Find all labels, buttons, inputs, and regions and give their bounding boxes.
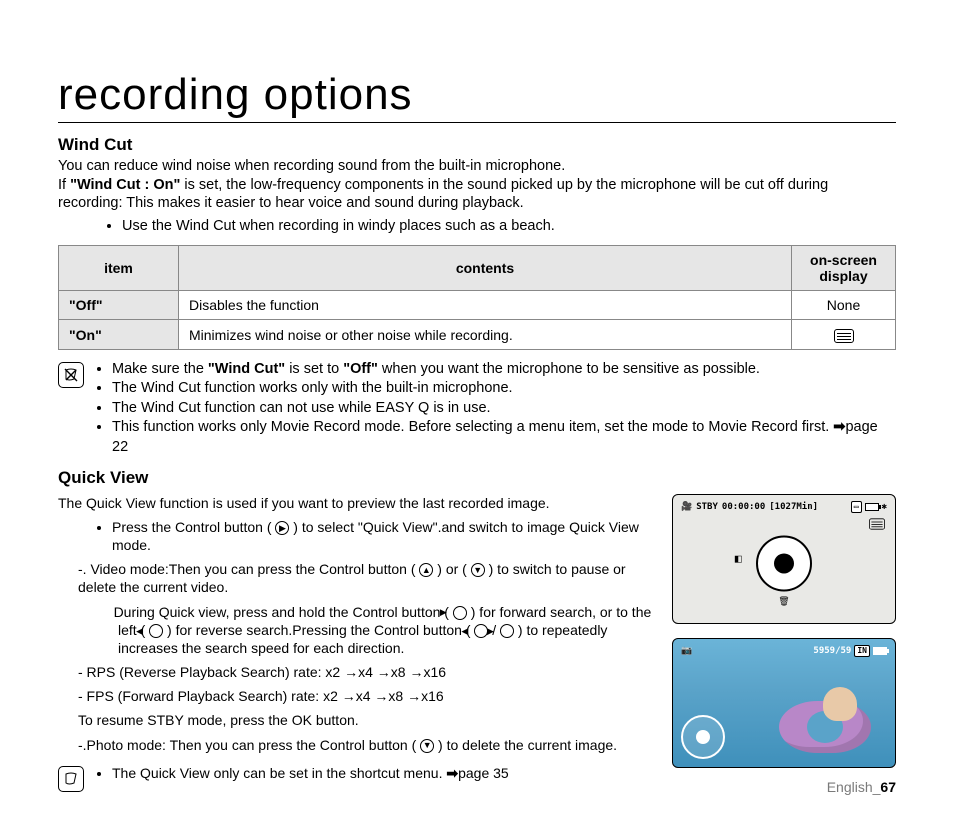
figure-stby-screen: 🎥 STBY 00:00:00 [1027Min] ▭ ✱ ◧ 🗑: [672, 494, 896, 624]
wind-cut-icon: [869, 518, 885, 529]
counter-label: 5959/59: [813, 646, 851, 656]
in-badge: IN: [854, 645, 870, 657]
cell-contents: Minimizes wind noise or other noise whil…: [179, 320, 792, 349]
remain-label: [1027Min]: [769, 502, 818, 512]
list-item: The Wind Cut function can not use while …: [112, 399, 896, 419]
wind-cut-icon: [834, 329, 854, 343]
control-dial: [756, 535, 812, 591]
text: is set to: [285, 361, 343, 377]
quick-view-heading: Quick View: [58, 468, 896, 488]
th-display: on-screen display: [792, 246, 896, 291]
text: ) or (: [433, 561, 470, 577]
qv-intro: The Quick View function is used if you w…: [58, 494, 654, 512]
text: If: [58, 177, 70, 193]
person: [823, 687, 857, 721]
camera-icon: 📷: [681, 646, 692, 656]
up-icon: ▲: [419, 563, 433, 577]
note-icon: [58, 766, 84, 792]
list-item: The Quick View only can be set in the sh…: [112, 764, 654, 782]
qv-fps: - FPS (Forward Playback Search) rate: x2…: [78, 687, 654, 705]
qv-resume: To resume STBY mode, press the OK button…: [78, 711, 654, 729]
right-icon: ▶: [453, 606, 467, 620]
flash-icon: ✱: [882, 502, 887, 512]
list-item: Press the Control button ( ▶ ) to select…: [112, 518, 654, 554]
qv-search: During Quick view, press and hold the Co…: [98, 603, 654, 658]
down-icon: ▼: [471, 563, 485, 577]
table-row: "Off" Disables the function None: [59, 291, 896, 320]
mode-icon: ◧: [734, 553, 743, 564]
list-item: The Wind Cut function works only with th…: [112, 379, 896, 399]
figures: 🎥 STBY 00:00:00 [1027Min] ▭ ✱ ◧ 🗑: [672, 494, 896, 792]
wind-cut-bullets: Use the Wind Cut when recording in windy…: [108, 217, 896, 236]
stby-label: STBY: [696, 502, 718, 512]
cell-contents: Disables the function: [179, 291, 792, 320]
wind-cut-notes: Make sure the "Wind Cut" is set to "Off"…: [58, 360, 896, 458]
text-bold: "Wind Cut : On": [70, 177, 180, 193]
list-item: Use the Wind Cut when recording in windy…: [122, 217, 896, 236]
qv-video-mode: -. Video mode:Then you can press the Con…: [78, 560, 654, 596]
time-label: 00:00:00: [722, 502, 765, 512]
quick-view-body: The Quick View function is used if you w…: [58, 494, 654, 792]
text: -.Photo mode: Then you can press the Con…: [78, 737, 420, 753]
wind-cut-intro2: If "Wind Cut : On" is set, the low-frequ…: [58, 176, 896, 213]
qv-rps: - RPS (Reverse Playback Search) rate: x2…: [78, 663, 654, 681]
footer-page-number: 67: [880, 779, 896, 795]
cell-display: None: [792, 291, 896, 320]
table-row: "On" Minimizes wind noise or other noise…: [59, 320, 896, 349]
text: when you want the microphone to be sensi…: [378, 361, 760, 377]
text: The Quick View only can be set in the sh…: [112, 765, 446, 781]
page-footer: English_67: [827, 779, 896, 795]
arrow-icon: ➡: [833, 419, 845, 435]
footer-lang: English: [827, 779, 873, 795]
camera-icon: 🎥: [681, 502, 692, 512]
cell-display: [792, 320, 896, 349]
th-contents: contents: [179, 246, 792, 291]
list-item: This function works only Movie Record mo…: [112, 418, 896, 457]
text: During Quick view, press and hold the Co…: [114, 604, 453, 620]
right-icon: ▶: [500, 624, 514, 638]
wind-cut-intro1: You can reduce wind noise when recording…: [58, 157, 896, 176]
right-icon: ▶: [275, 521, 289, 535]
control-dial: [681, 715, 725, 759]
card-icon: ▭: [851, 501, 862, 513]
page-title: recording options: [58, 70, 896, 123]
text: ) to delete the current image.: [434, 737, 617, 753]
text: This function works only Movie Record mo…: [112, 419, 833, 435]
text: ) for reverse search.Pressing the Contro…: [163, 622, 474, 638]
qv-photo-mode: -.Photo mode: Then you can press the Con…: [78, 736, 654, 754]
cell-item: "On": [59, 320, 179, 349]
text: Make sure the: [112, 361, 208, 377]
wind-cut-heading: Wind Cut: [58, 135, 896, 155]
trash-icon: 🗑: [778, 596, 789, 607]
figure-photo-screen: 📷 5959/59 IN: [672, 638, 896, 768]
text: Press the Control button (: [112, 519, 275, 535]
battery-icon: [873, 647, 887, 655]
text: -. Video mode:Then you can press the Con…: [78, 561, 419, 577]
arrow-icon: ➡: [446, 765, 458, 781]
down-icon: ▼: [420, 739, 434, 753]
list-item: Make sure the "Wind Cut" is set to "Off"…: [112, 360, 896, 380]
text-bold: "Off": [343, 361, 378, 377]
th-item: item: [59, 246, 179, 291]
text-bold: "Wind Cut": [208, 361, 285, 377]
wind-cut-table: item contents on-screen display "Off" Di…: [58, 245, 896, 349]
text: page 35: [458, 765, 509, 781]
cell-item: "Off": [59, 291, 179, 320]
left-icon: ◀: [149, 624, 163, 638]
battery-icon: [865, 503, 879, 511]
note-icon: [58, 362, 84, 388]
